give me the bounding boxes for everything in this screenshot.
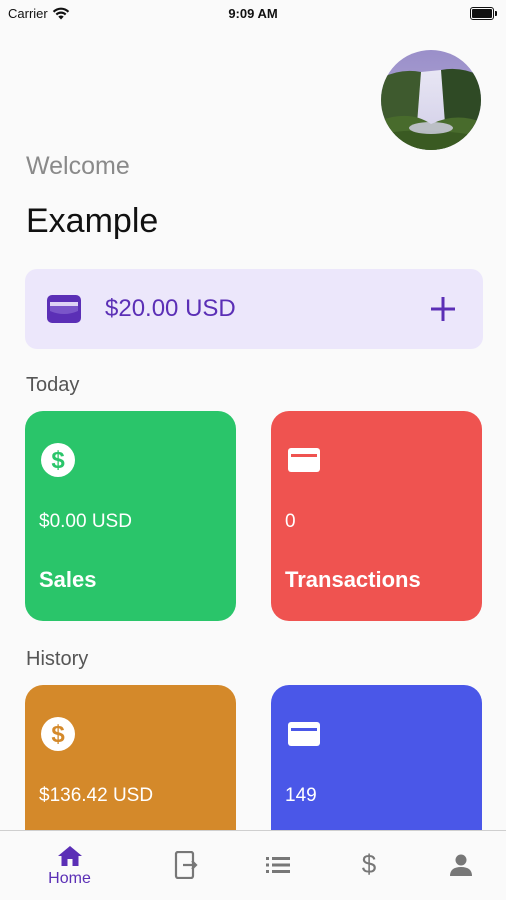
balance-amount: $20.00 USD	[105, 295, 236, 322]
add-icon[interactable]	[429, 295, 457, 323]
bottom-navigation: Home $	[0, 830, 506, 900]
svg-text:$: $	[51, 721, 65, 748]
sales-value: $0.00 USD	[39, 511, 132, 532]
home-screen: Carrier 9:09 AM Welcome Example $20.00 U…	[0, 0, 506, 900]
nav-profile[interactable]	[410, 831, 506, 900]
nav-home-label: Home	[48, 870, 91, 887]
status-bar: Carrier 9:09 AM	[0, 0, 506, 28]
history-sales-value: $136.42 USD	[39, 785, 154, 806]
credit-card-icon	[288, 448, 320, 472]
battery-icon	[470, 7, 497, 20]
svg-text:$: $	[361, 851, 376, 879]
nav-list[interactable]	[227, 831, 328, 900]
section-history-label: History	[26, 648, 89, 670]
waterfall-photo	[381, 50, 481, 150]
avatar[interactable]	[381, 50, 481, 150]
nav-payments[interactable]: $	[318, 831, 419, 900]
clock: 9:09 AM	[228, 6, 278, 21]
dollar-circle-icon: $	[41, 717, 75, 751]
sales-label: Sales	[39, 567, 97, 592]
history-transactions-value: 149	[285, 785, 317, 806]
transactions-label: Transactions	[285, 567, 421, 592]
transactions-value: 0	[285, 511, 296, 532]
welcome-label: Welcome	[26, 152, 130, 180]
dollar-circle-icon: $	[41, 443, 75, 477]
balance-card[interactable]: $20.00 USD	[25, 269, 483, 349]
nav-home[interactable]: Home	[19, 831, 120, 900]
home-icon	[57, 846, 82, 866]
wallet-icon	[47, 295, 81, 323]
svg-text:$: $	[51, 447, 65, 474]
exit-to-app-icon	[174, 851, 198, 879]
sales-tile[interactable]: $ $0.00 USD Sales	[25, 411, 236, 621]
person-icon	[449, 854, 472, 876]
user-name: Example	[26, 202, 159, 240]
nav-transfer[interactable]	[135, 831, 236, 900]
dollar-icon: $	[361, 851, 376, 879]
transactions-tile[interactable]: 0 Transactions	[271, 411, 482, 621]
list-icon	[265, 857, 290, 873]
section-today-label: Today	[26, 374, 80, 396]
credit-card-icon	[288, 722, 320, 746]
